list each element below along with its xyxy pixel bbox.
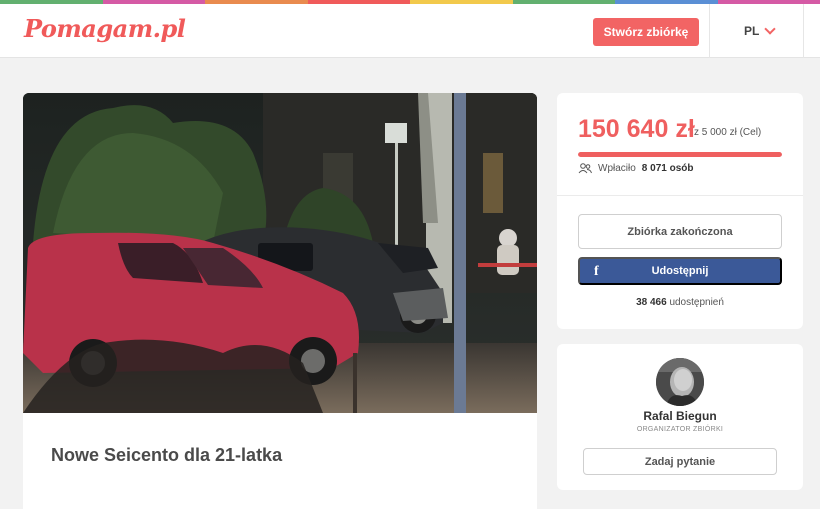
campaign-title: Nowe Seicento dla 21-latka [51, 445, 283, 465]
organizer-role: ORGANIZATOR ZBIÓRKI [636, 426, 724, 433]
facebook-icon: f [594, 264, 599, 279]
create-fundraiser-button[interactable]: Stwórz zbiórkę [593, 18, 699, 46]
language-label: PL [744, 24, 760, 38]
divider [803, 4, 804, 58]
organizer-name: Rafal Biegun [643, 409, 717, 423]
campaign-photo [23, 93, 537, 413]
organizer-card: Rafal Biegun ORGANIZATOR ZBIÓRKI Zadaj p… [557, 344, 803, 490]
progress-bar [578, 152, 782, 157]
divider [557, 195, 803, 196]
car-crash-photo-illustration [23, 93, 537, 413]
logo[interactable]: Pomagam.pl [24, 14, 186, 43]
goal-amount: z 5 000 zł (Cel) [694, 127, 762, 138]
donors-count-row: Wpłaciło 8 071 osób [578, 163, 694, 174]
donation-stats-card: 150 640 zł z 5 000 zł (Cel) Wpłaciło 8 0… [557, 93, 803, 329]
people-icon [578, 163, 592, 174]
shares-count-row: 38 466 udostępnień [557, 297, 803, 308]
organizer-photo [656, 358, 704, 406]
donors-count: 8 071 osób [641, 163, 694, 174]
share-label: Udostępnij [651, 265, 709, 277]
fundraiser-ended-button[interactable]: Zbiórka zakończona [578, 214, 782, 249]
facebook-share-button[interactable]: f Udostępnij [578, 257, 782, 285]
divider [709, 4, 710, 58]
avatar[interactable] [656, 358, 704, 406]
language-selector[interactable]: PL [744, 22, 777, 38]
ask-question-button[interactable]: Zadaj pytanie [583, 448, 777, 475]
shares-count: 38 466 [636, 297, 667, 308]
progress-fill [578, 152, 782, 157]
raised-amount: 150 640 zł [578, 115, 695, 143]
donors-prefix: Wpłaciło [598, 163, 636, 174]
chevron-down-icon [764, 22, 777, 35]
campaign-title-card: Nowe Seicento dla 21-latka [23, 413, 537, 509]
site-header: Pomagam.pl Stwórz zbiórkę PL [0, 4, 820, 58]
shares-suffix: udostępnień [669, 297, 724, 308]
